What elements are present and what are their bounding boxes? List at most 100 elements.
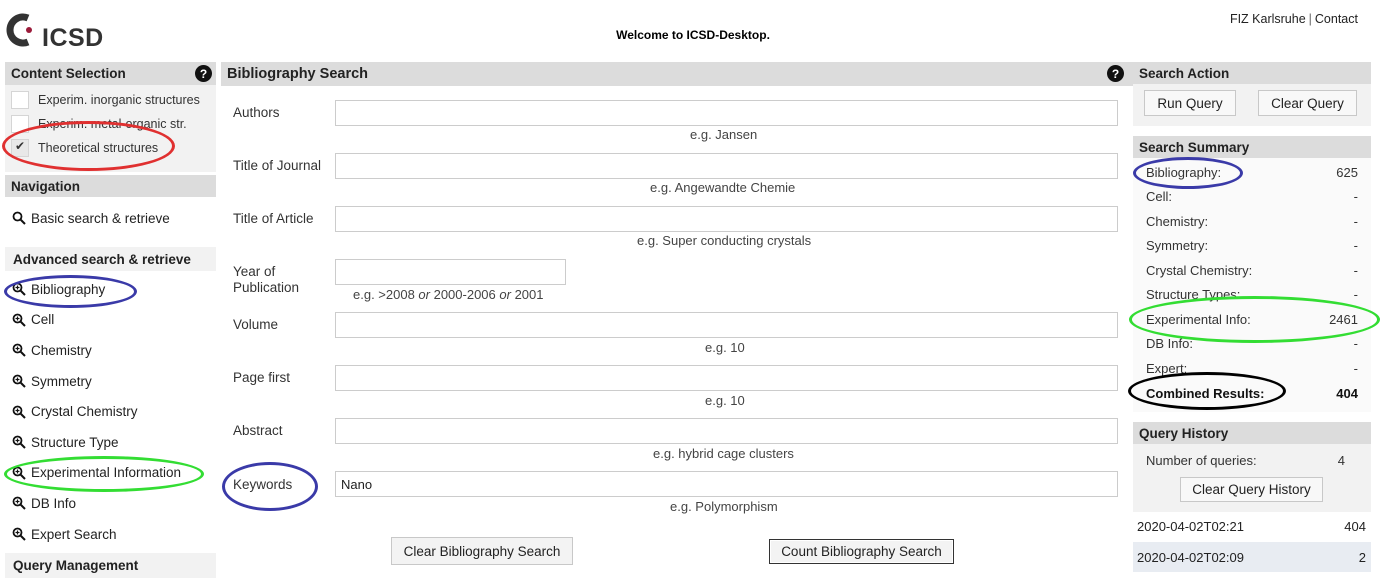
history-entry-count: 2: [1358, 549, 1366, 565]
nav-label: DB Info: [31, 495, 77, 511]
clear-query-button[interactable]: Clear Query: [1258, 90, 1357, 116]
authors-input[interactable]: [335, 100, 1118, 126]
page-first-input[interactable]: [335, 365, 1118, 391]
zoom-in-icon: [12, 405, 26, 419]
journal-title-input[interactable]: [335, 153, 1118, 179]
content-option-label: Theoretical structures: [38, 141, 159, 155]
nav-structure-type[interactable]: Structure Type: [5, 427, 216, 458]
summary-row-bibliography: Bibliography: 625: [1146, 165, 1358, 180]
year-hint-or: or: [418, 287, 430, 302]
volume-hint: e.g. 10: [705, 340, 745, 355]
fiz-karlsruhe-link[interactable]: FIZ Karlsruhe: [1230, 12, 1306, 26]
summary-label: Expert:: [1146, 361, 1188, 376]
nav-bibliography[interactable]: Bibliography: [5, 274, 216, 305]
link-separator: |: [1308, 12, 1312, 26]
content-option-theoretical[interactable]: Theoretical structures: [5, 136, 216, 160]
volume-label: Volume: [233, 317, 279, 332]
clear-query-history-button[interactable]: Clear Query History: [1180, 477, 1323, 502]
nav-experimental-information[interactable]: Experimental Information: [5, 458, 216, 489]
run-query-button[interactable]: Run Query: [1144, 90, 1236, 116]
history-entry-count: 404: [1344, 518, 1366, 534]
zoom-in-icon: [12, 527, 26, 541]
search-icon: [12, 211, 26, 226]
zoom-in-icon: [12, 282, 26, 297]
year-label-line2: Publication: [233, 280, 300, 295]
summary-value: -: [1353, 361, 1358, 376]
page-first-hint: e.g. 10: [705, 393, 745, 408]
nav-label: Expert Search: [31, 526, 117, 542]
keywords-hint: e.g. Polymorphism: [670, 499, 778, 514]
journal-title-label: Title of Journal: [233, 158, 322, 173]
summary-row-chemistry: Chemistry: -: [1146, 214, 1358, 229]
history-entry[interactable]: 2020-04-02T02:21 404: [1133, 512, 1371, 540]
nav-label: Cell: [31, 312, 55, 328]
nav-basic-search[interactable]: Basic search & retrieve: [5, 203, 216, 235]
abstract-input[interactable]: [335, 418, 1118, 444]
keywords-input[interactable]: [335, 471, 1118, 497]
navigation-title: Navigation: [11, 178, 81, 194]
summary-row-combined-results: Combined Results: 404: [1146, 386, 1358, 401]
advanced-search-title: Advanced search & retrieve: [13, 251, 191, 267]
nav-label: Bibliography: [31, 281, 106, 297]
nav-db-info[interactable]: DB Info: [5, 488, 216, 519]
summary-value: 404: [1336, 386, 1358, 401]
query-count-label: Number of queries:: [1146, 453, 1257, 468]
summary-value: -: [1353, 263, 1358, 278]
article-title-hint: e.g. Super conducting crystals: [637, 233, 812, 248]
content-selection-list: Experim. inorganic structures Experim. m…: [5, 88, 216, 160]
summary-label: Combined Results:: [1146, 386, 1265, 401]
year-hint-b: 2000-2006: [429, 287, 500, 302]
checkbox[interactable]: [11, 115, 29, 133]
nav-cell[interactable]: Cell: [5, 305, 216, 336]
content-option-label: Experim. inorganic structures: [38, 93, 200, 107]
nav-label: Symmetry: [31, 373, 92, 389]
query-management-header[interactable]: Query Management: [5, 553, 216, 578]
summary-value: -: [1353, 336, 1358, 351]
content-selection-header: Content Selection: [5, 62, 216, 85]
nav-basic-label: Basic search & retrieve: [31, 210, 170, 226]
nav-symmetry[interactable]: Symmetry: [5, 366, 216, 397]
authors-hint: e.g. Jansen: [690, 127, 758, 142]
checkbox-checked[interactable]: [11, 139, 29, 157]
zoom-in-icon: [12, 374, 26, 388]
year-label: Year of Publication: [233, 264, 299, 296]
summary-label: Structure Types:: [1146, 287, 1241, 302]
volume-input[interactable]: [335, 312, 1118, 338]
count-bibliography-button[interactable]: Count Bibliography Search: [769, 539, 954, 564]
article-title-label: Title of Article: [233, 211, 314, 226]
summary-label: Cell:: [1146, 189, 1173, 204]
year-label-line1: Year of: [233, 264, 276, 279]
zoom-in-icon: [12, 313, 26, 327]
journal-title-hint: e.g. Angewandte Chemie: [650, 180, 796, 195]
nav-chemistry[interactable]: Chemistry: [5, 335, 216, 366]
contact-link[interactable]: Contact: [1315, 12, 1358, 26]
search-summary-header: Search Summary: [1133, 136, 1371, 158]
query-count-row: Number of queries: 4: [1146, 453, 1345, 468]
query-management-title: Query Management: [13, 558, 139, 573]
nav-expert-search[interactable]: Expert Search: [5, 519, 216, 550]
summary-label: Crystal Chemistry:: [1146, 263, 1253, 278]
search-summary-title: Search Summary: [1139, 139, 1250, 155]
content-option-metal-organic[interactable]: Experim. metal-organic str.: [5, 112, 216, 136]
summary-value: -: [1353, 287, 1358, 302]
nav-crystal-chemistry[interactable]: Crystal Chemistry: [5, 396, 216, 427]
bibliography-help-icon[interactable]: ?: [1107, 65, 1124, 82]
history-entry[interactable]: 2020-04-02T02:09 2: [1133, 542, 1371, 572]
checkbox[interactable]: [11, 91, 29, 109]
summary-label: Experimental Info:: [1146, 312, 1251, 327]
year-hint: e.g. >2008 or 2000-2006 or 2001: [353, 287, 544, 302]
year-input[interactable]: [335, 259, 566, 285]
history-entry-time: 2020-04-02T02:21: [1137, 518, 1244, 534]
content-option-inorganic[interactable]: Experim. inorganic structures: [5, 88, 216, 112]
content-selection-title: Content Selection: [11, 66, 126, 81]
clear-bibliography-button[interactable]: Clear Bibliography Search: [391, 537, 573, 565]
summary-row-crystal-chemistry: Crystal Chemistry: -: [1146, 263, 1358, 278]
bibliography-search-title: Bibliography Search: [227, 66, 369, 82]
summary-row-experimental-info: Experimental Info: 2461: [1146, 312, 1358, 327]
year-hint-a: e.g. >2008: [353, 287, 419, 302]
content-selection-help-icon[interactable]: ?: [195, 65, 212, 82]
page-first-label: Page first: [233, 370, 291, 385]
summary-label: Symmetry:: [1146, 238, 1209, 253]
article-title-input[interactable]: [335, 206, 1118, 232]
keywords-label: Keywords: [233, 477, 293, 492]
